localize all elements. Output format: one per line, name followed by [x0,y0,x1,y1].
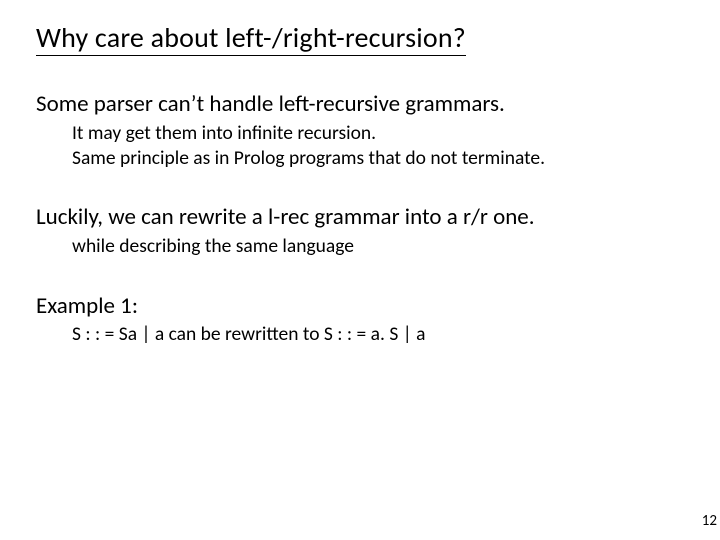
slide-title: Why care about left-/right-recursion? [36,20,466,56]
bullet-level2: It may get them into infinite recursion. [72,121,690,146]
bullet-level2: Same principle as in Prolog programs tha… [72,146,690,171]
bullet-level2: S : : = Sa | a can be rewritten to S : :… [72,322,690,347]
slide: Why care about left-/right-recursion? So… [0,0,720,540]
page-number: 12 [702,512,717,530]
slide-body: Some parser can’t handle left-recursive … [36,90,720,348]
bullet-level1: Example 1: [36,292,690,321]
bullet-level1: Luckily, we can rewrite a l-rec grammar … [36,203,690,232]
bullet-level2: while describing the same language [72,234,690,259]
bullet-level1: Some parser can’t handle left-recursive … [36,90,690,119]
